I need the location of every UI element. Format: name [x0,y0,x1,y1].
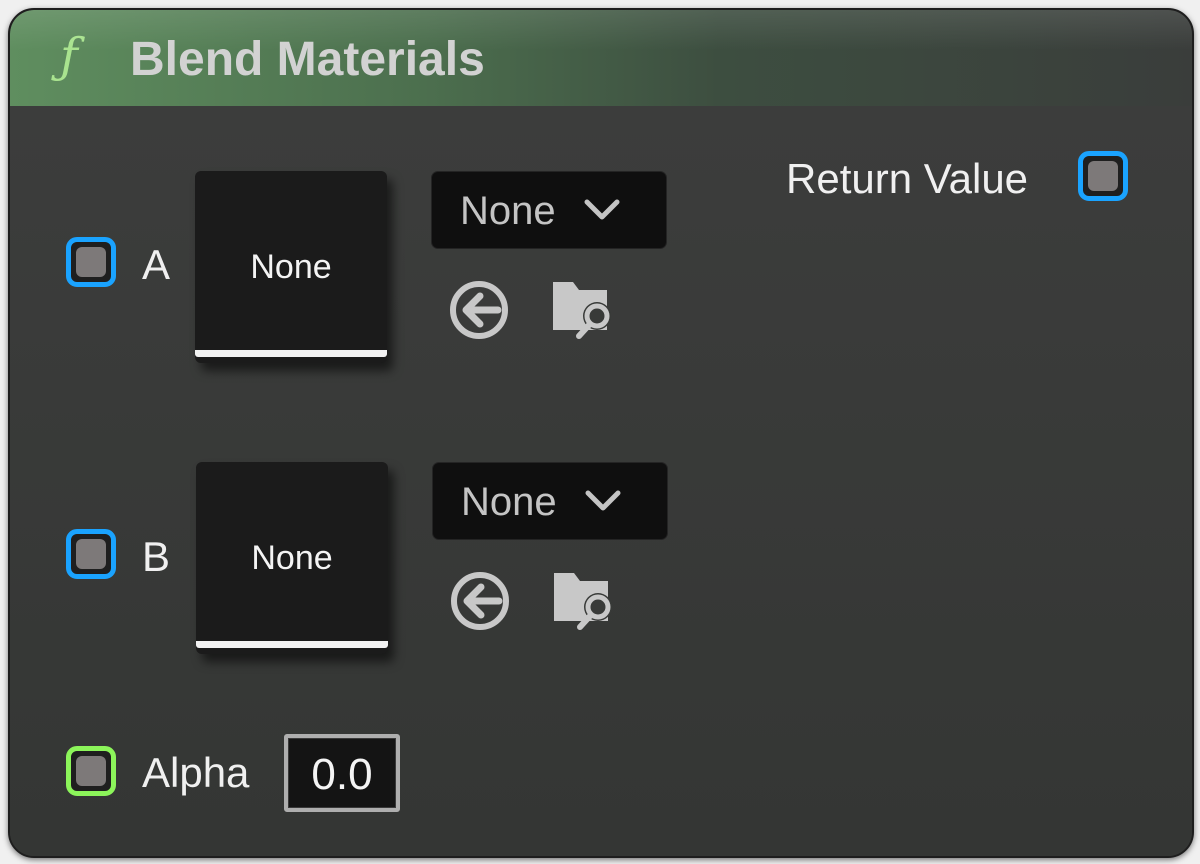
alpha-value: 0.0 [311,750,373,799]
browse-asset-icon[interactable] [550,565,620,635]
browse-asset-icon[interactable] [549,274,619,344]
use-selected-asset-icon[interactable] [444,275,514,345]
alpha-pin[interactable] [66,746,116,796]
alpha-value-input[interactable]: 0.0 [284,734,400,812]
function-f-icon: ƒ [60,28,78,84]
input-b-thumbnail-label: None [251,539,333,577]
chevron-down-icon [585,490,621,511]
input-b-pin[interactable] [66,529,116,579]
alpha-label: Alpha [142,749,250,796]
use-selected-asset-icon[interactable] [445,566,515,636]
node-header[interactable]: ƒ Blend Materials [10,10,1192,106]
input-a-label: A [142,241,171,288]
input-b-asset-thumbnail[interactable]: None [196,462,388,654]
input-a-thumbnail-bar [195,350,387,357]
input-a-thumbnail-label: None [250,248,332,286]
node-title: Blend Materials [130,33,485,86]
input-a-pin[interactable] [66,237,116,287]
input-b-label: B [142,533,171,580]
blend-materials-node[interactable]: ƒ Blend Materials Return Value A None No… [8,8,1194,858]
return-value-pin[interactable] [1078,151,1128,201]
input-b-dropdown-value: None [461,480,557,524]
input-a-dropdown-value: None [460,189,556,233]
input-b-thumbnail-bar [196,641,388,648]
input-b-asset-dropdown[interactable]: None [432,462,668,540]
return-value-label: Return Value [786,155,1029,202]
chevron-down-icon [584,199,620,220]
input-a-asset-thumbnail[interactable]: None [195,171,387,363]
input-a-asset-dropdown[interactable]: None [431,171,667,249]
